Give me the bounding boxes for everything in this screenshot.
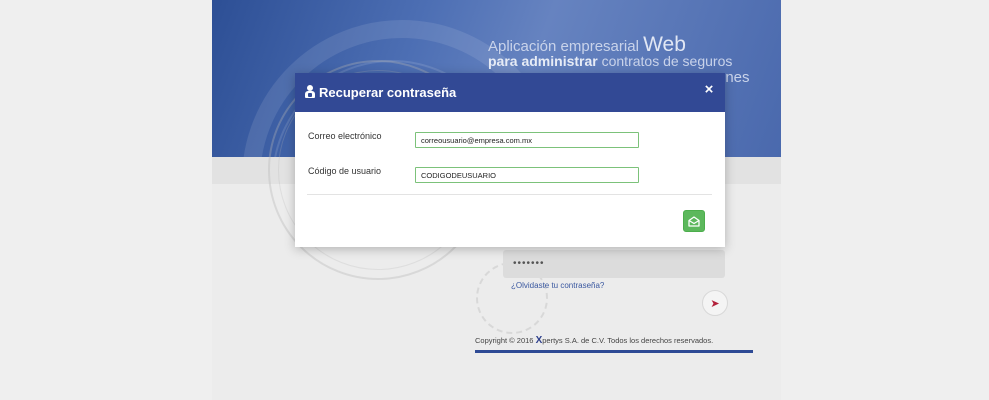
modal-header: Recuperar contraseña × — [295, 73, 725, 112]
email-input[interactable] — [415, 132, 639, 148]
user-code-label: Código de usuario — [308, 166, 382, 176]
close-button[interactable]: × — [702, 82, 716, 98]
recover-password-modal: Recuperar contraseña × Correo electrónic… — [295, 73, 725, 247]
modal-title: Recuperar contraseña — [319, 85, 457, 100]
envelope-open-icon — [688, 215, 700, 227]
user-lock-icon — [305, 84, 316, 99]
send-button[interactable] — [683, 210, 705, 232]
modal-divider — [307, 194, 712, 195]
email-label: Correo electrónico — [308, 131, 382, 141]
user-code-input[interactable] — [415, 167, 639, 183]
